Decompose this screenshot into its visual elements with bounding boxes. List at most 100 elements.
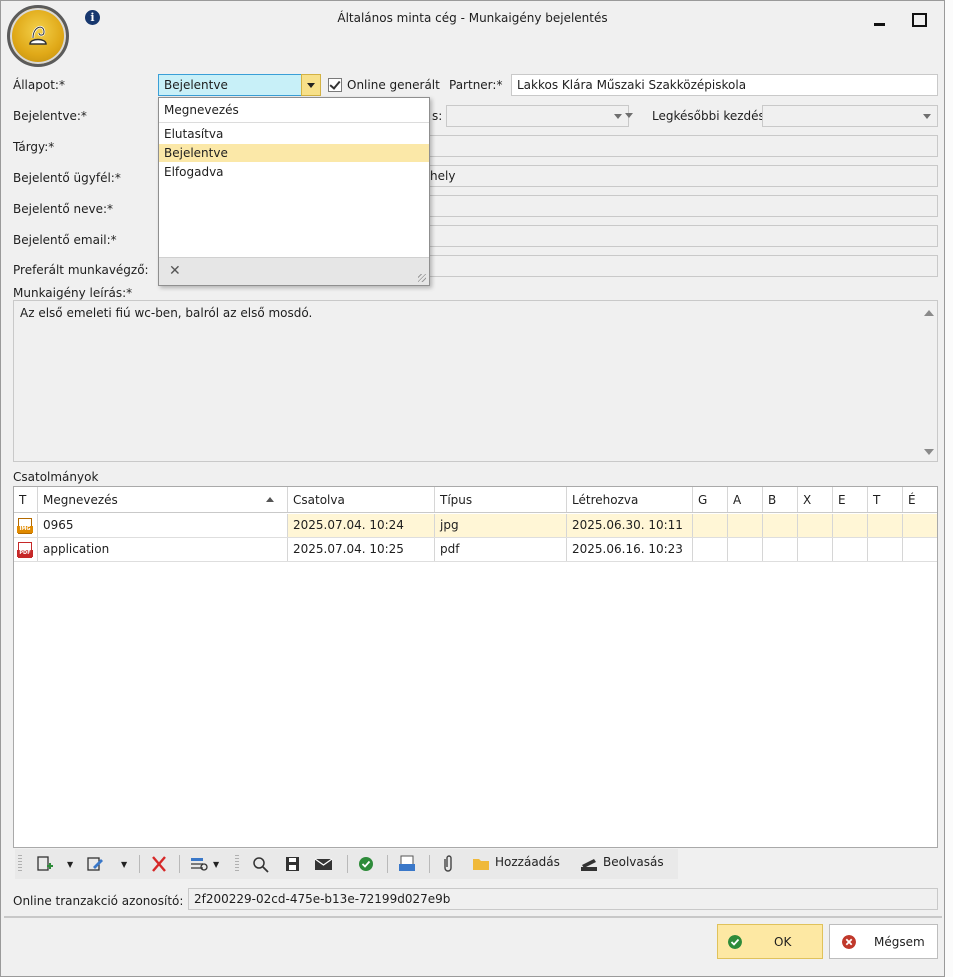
deadline-label: s: [432, 109, 443, 123]
row-type-cell: PDF [14, 538, 38, 561]
filter-dropdown-chevron-icon[interactable]: ▼ [213, 860, 219, 878]
image-file-icon: IMG [17, 518, 33, 534]
add-attachment-button[interactable]: Hozzáadás [495, 855, 560, 873]
client-label: Bejelentő ügyfél:* [13, 171, 121, 185]
column-header-a[interactable]: A [728, 487, 763, 512]
row-flag-cell [728, 538, 763, 561]
column-header-g[interactable]: G [693, 487, 728, 512]
info-icon[interactable]: i [85, 10, 100, 25]
new-item-icon[interactable] [35, 855, 55, 873]
online-generated-label: Online generált [347, 78, 440, 92]
reporter-name-label: Bejelentő neve:* [13, 202, 114, 216]
row-flag-cell [728, 514, 763, 537]
sort-ascending-icon [266, 497, 274, 502]
column-header-e[interactable]: E [833, 487, 868, 512]
edit-icon[interactable] [85, 855, 105, 873]
partner-field[interactable]: Lakkos Klára Műszaki Szakközépiskola [511, 74, 938, 96]
scroll-up-icon[interactable] [924, 310, 934, 316]
table-row[interactable]: PDF application 2025.07.04. 10:25 pdf 20… [14, 538, 937, 562]
description-memo[interactable]: Az első emeleti fiú wc-ben, balról az el… [13, 300, 938, 462]
minimize-button[interactable] [871, 9, 891, 29]
description-scrollbar[interactable] [920, 301, 937, 461]
column-header-t[interactable]: T [868, 487, 903, 512]
status-label: Állapot:* [13, 78, 65, 92]
description-text: Az első emeleti fiú wc-ben, balról az el… [20, 306, 313, 320]
dropdown-item-bejelentve[interactable]: Bejelentve [159, 144, 429, 162]
toolbar-grip [235, 855, 239, 873]
column-header-attached[interactable]: Csatolva [288, 487, 435, 512]
attachments-grid: T Megnevezés Csatolva Típus Létrehozva G… [13, 486, 938, 848]
row-flag-cell [798, 538, 833, 561]
app-logo-icon [7, 5, 69, 67]
row-attached-cell: 2025.07.04. 10:24 [288, 514, 435, 537]
row-type-value-cell: jpg [435, 514, 567, 537]
column-header-name-label: Megnevezés [43, 493, 118, 507]
transaction-id-field[interactable]: 2f200229-02cd-475e-b13e-72199d027e9b [188, 888, 938, 910]
description-label: Munkaigény leírás:* [13, 286, 133, 300]
scan-button[interactable]: Beolvasás [603, 855, 664, 873]
chevron-down-icon [625, 113, 633, 118]
dialog-window: Általános minta cég - Munkaigény bejelen… [0, 0, 945, 977]
save-icon[interactable] [283, 855, 303, 873]
online-generated-checkbox[interactable] [328, 78, 342, 92]
column-header-x[interactable]: X [798, 487, 833, 512]
attachments-label: Csatolmányok [13, 470, 99, 484]
latest-start-combo[interactable] [762, 105, 938, 127]
column-header-b[interactable]: B [763, 487, 798, 512]
table-row[interactable]: IMG 0965 2025.07.04. 10:24 jpg 2025.06.3… [14, 514, 937, 538]
scroll-down-icon[interactable] [924, 449, 934, 455]
row-name-cell: application [38, 538, 288, 561]
row-flag-cell [798, 514, 833, 537]
background-strip [945, 0, 953, 977]
row-flag-cell [763, 514, 798, 537]
row-attached-cell: 2025.07.04. 10:25 [288, 538, 435, 561]
preferred-worker-label: Preferált munkavégző: [13, 263, 149, 277]
row-flag-cell [693, 538, 728, 561]
deadline-combo[interactable] [446, 105, 629, 127]
row-flag-cell [833, 514, 868, 537]
close-icon[interactable]: ✕ [169, 263, 181, 279]
ok-button[interactable]: OK [717, 924, 823, 959]
column-header-e-accent[interactable]: É [903, 487, 937, 512]
cancel-button-label: Mégsem [874, 935, 925, 949]
row-flag-cell [903, 538, 937, 561]
dropdown-item-elutasitva[interactable]: Elutasítva [159, 125, 429, 143]
row-type-cell: IMG [14, 514, 38, 537]
resize-grip[interactable] [418, 274, 426, 282]
dropdown-header: Megnevezés [159, 98, 429, 123]
edit-dropdown-chevron-icon[interactable]: ▼ [121, 860, 127, 878]
reported-label: Bejelentve:* [13, 109, 87, 123]
web-document-icon[interactable] [397, 855, 419, 873]
status-dropdown-button[interactable] [301, 74, 321, 96]
paperclip-icon[interactable] [439, 855, 457, 873]
check-circle-icon [728, 935, 742, 949]
chevron-down-icon [923, 114, 931, 119]
delete-icon[interactable] [149, 855, 169, 873]
reporter-email-label: Bejelentő email:* [13, 233, 117, 247]
new-dropdown-chevron-icon[interactable]: ▼ [67, 860, 73, 878]
cancel-button[interactable]: Mégsem [829, 924, 938, 959]
row-flag-cell [833, 538, 868, 561]
client-value: hely [430, 169, 456, 183]
window-title: Általános minta cég - Munkaigény bejelen… [337, 11, 608, 25]
grid-header: T Megnevezés Csatolva Típus Létrehozva G… [14, 487, 937, 513]
partner-label: Partner:* [449, 78, 503, 92]
cancel-circle-icon [842, 935, 856, 949]
dropdown-item-elfogadva[interactable]: Elfogadva [159, 163, 429, 181]
status-combo[interactable]: Bejelentve [158, 74, 321, 96]
column-header-type[interactable]: T [14, 487, 38, 512]
row-flag-cell [868, 514, 903, 537]
email-icon[interactable] [313, 855, 335, 873]
filter-grid-icon[interactable] [189, 855, 211, 873]
footer-divider [4, 916, 942, 918]
search-icon[interactable] [251, 855, 271, 873]
column-header-created[interactable]: Létrehozva [567, 487, 693, 512]
toolbar-grip [18, 855, 22, 873]
column-header-file-type[interactable]: Típus [435, 487, 567, 512]
approve-icon[interactable] [357, 855, 377, 873]
row-type-value-cell: pdf [435, 538, 567, 561]
column-header-name[interactable]: Megnevezés [38, 487, 288, 512]
subject-label: Tárgy:* [13, 140, 55, 154]
row-flag-cell [868, 538, 903, 561]
maximize-button[interactable] [909, 9, 929, 29]
